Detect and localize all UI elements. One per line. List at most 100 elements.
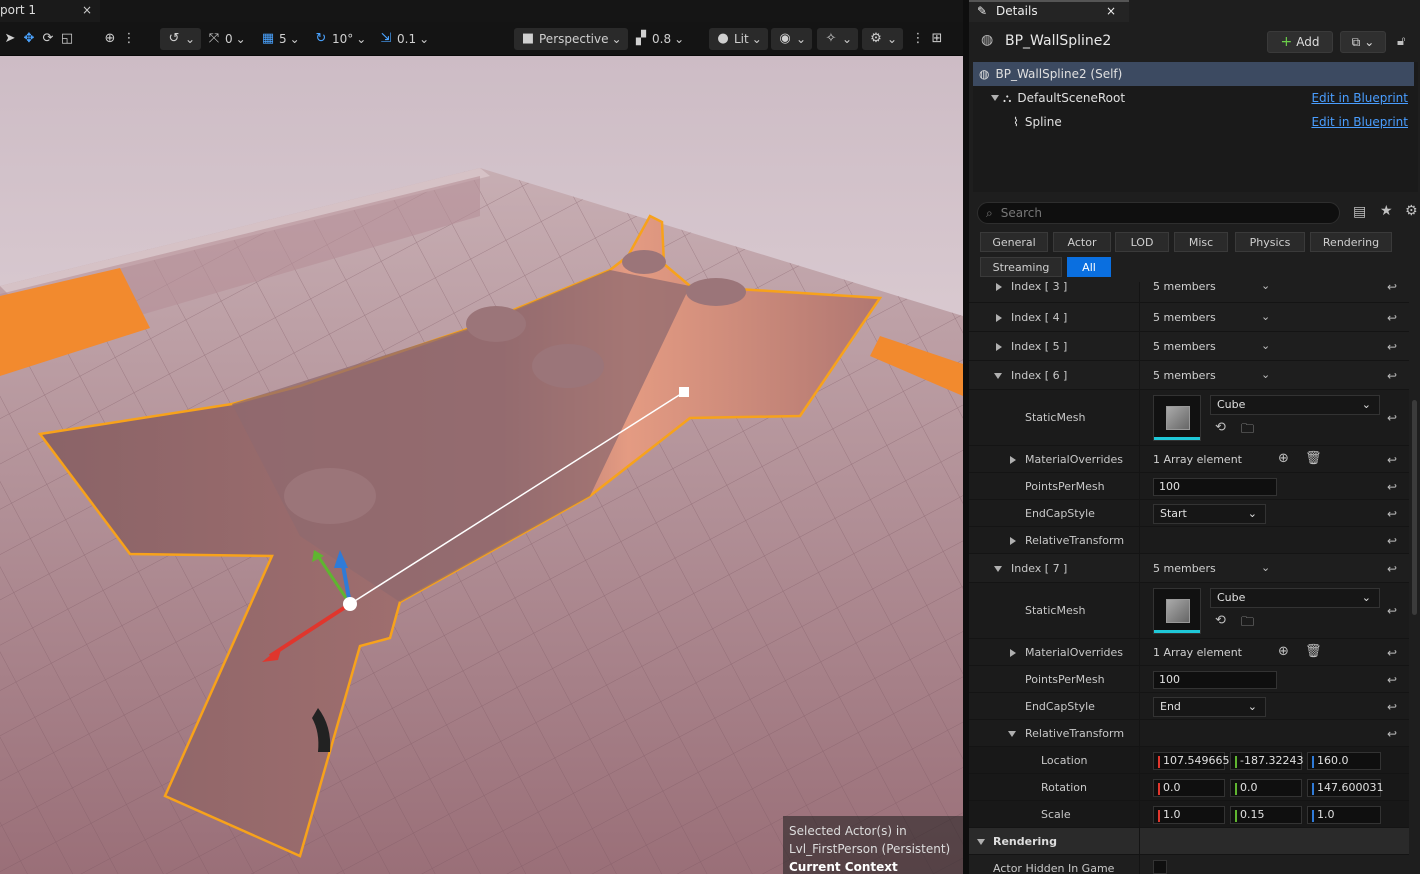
reset-icon[interactable]: ↩ <box>1387 562 1397 576</box>
reset-icon[interactable]: ↩ <box>1387 673 1397 687</box>
lighting-mode-button[interactable]: ● Lit ⌄ <box>709 28 768 50</box>
rotation-x-input[interactable]: 0.0 <box>1153 779 1225 797</box>
layout-icon[interactable]: ⊞ <box>929 31 945 47</box>
translate-tool-icon[interactable]: ✥ <box>21 31 37 47</box>
chevron-down-icon[interactable]: ⌄ <box>1261 339 1270 352</box>
section-rendering[interactable]: Rendering <box>969 828 1409 855</box>
end-cap-style-select[interactable]: Start ⌄ <box>1153 504 1266 524</box>
actor-hidden-checkbox[interactable] <box>1153 860 1167 874</box>
scale-y-input[interactable]: 0.15 <box>1230 806 1302 824</box>
delete-icon[interactable]: 🗑︎ <box>1305 451 1322 466</box>
viewport-tab[interactable]: port 1 × <box>0 0 100 22</box>
tree-row-spline[interactable]: ⌇ Spline Edit in Blueprint <box>973 110 1414 134</box>
select-tool-icon[interactable]: ➤ <box>2 31 18 47</box>
expand-arrow-icon[interactable] <box>996 283 1002 291</box>
surface-snap-button[interactable]: ↺ ⌄ <box>160 28 202 50</box>
collapse-arrow-icon[interactable] <box>977 839 985 845</box>
points-per-mesh-input[interactable]: 100 <box>1153 478 1277 496</box>
property-row-staticmesh[interactable]: StaticMesh Cube ⌄ ⟲ 🗀︎ ↩ <box>969 583 1409 639</box>
end-cap-style-select[interactable]: End ⌄ <box>1153 697 1266 717</box>
property-row-relativetransform[interactable]: RelativeTransform ↩ <box>969 527 1409 554</box>
property-row-relativetransform[interactable]: RelativeTransform ↩ <box>969 720 1409 747</box>
property-row-endcapstyle[interactable]: EndCapStyle Start ⌄ ↩ <box>969 500 1409 527</box>
reset-icon[interactable]: ↩ <box>1387 604 1397 618</box>
reset-icon[interactable]: ↩ <box>1387 480 1397 494</box>
tree-row-self[interactable]: ◍ BP_WallSpline2 (Self) <box>973 62 1414 86</box>
chevron-down-icon[interactable]: ⌄ <box>1261 368 1270 381</box>
filter-actor[interactable]: Actor <box>1053 232 1111 252</box>
more-options-icon[interactable]: ⋮ <box>121 31 137 47</box>
add-element-icon[interactable]: ⊕ <box>1278 644 1289 659</box>
browse-asset-icon[interactable]: 🗀︎ <box>1241 420 1254 442</box>
points-per-mesh-input[interactable]: 100 <box>1153 671 1277 689</box>
blueprint-options-button[interactable]: ⧉ ⌄ <box>1340 31 1386 53</box>
view-mode-button[interactable]: ■ Perspective ⌄ <box>514 28 628 50</box>
property-row-pointspermesh[interactable]: PointsPerMesh 100 ↩ <box>969 473 1409 500</box>
details-tab[interactable]: ✎ Details × <box>969 0 1129 22</box>
reset-icon[interactable]: ↩ <box>1387 534 1397 548</box>
scale-snap-toggle[interactable]: ⇲ 0.1 ⌄ <box>378 28 430 50</box>
mesh-thumbnail[interactable] <box>1153 395 1201 441</box>
use-selected-icon[interactable]: ⟲ <box>1215 613 1226 628</box>
reset-icon[interactable]: ↩ <box>1387 340 1397 354</box>
edit-in-blueprint-link[interactable]: Edit in Blueprint <box>1311 91 1408 105</box>
collapse-arrow-icon[interactable] <box>994 566 1002 572</box>
mesh-thumbnail[interactable] <box>1153 588 1201 634</box>
delete-icon[interactable]: 🗑︎ <box>1305 644 1322 659</box>
details-tab-close-icon[interactable]: × <box>1106 4 1116 18</box>
expand-arrow-icon[interactable] <box>1010 649 1016 657</box>
reset-icon[interactable]: ↩ <box>1387 282 1397 294</box>
property-row-index5[interactable]: Index [ 5 ] 5 members ⌄ ↩ <box>969 332 1409 361</box>
lock-icon[interactable]: 🔓︎ <box>1397 34 1405 49</box>
property-row-index6[interactable]: Index [ 6 ] 5 members ⌄ ↩ <box>969 361 1409 390</box>
expand-arrow-icon[interactable] <box>996 314 1002 322</box>
rotation-snap-toggle[interactable]: ↻ 10° ⌄ <box>313 28 367 50</box>
filter-misc[interactable]: Misc <box>1174 232 1228 252</box>
collapse-arrow-icon[interactable] <box>1008 731 1016 737</box>
property-row-staticmesh[interactable]: StaticMesh Cube ⌄ ⟲ 🗀︎ ↩ <box>969 390 1409 446</box>
mesh-picker[interactable]: Cube ⌄ <box>1210 395 1380 415</box>
table-view-icon[interactable]: ▤ <box>1353 204 1366 220</box>
edit-in-blueprint-link[interactable]: Edit in Blueprint <box>1311 115 1408 129</box>
reset-icon[interactable]: ↩ <box>1387 727 1397 741</box>
property-row-pointspermesh[interactable]: PointsPerMesh 100 ↩ <box>969 666 1409 693</box>
actor-name[interactable]: BP_WallSpline2 <box>1005 33 1111 49</box>
chevron-down-icon[interactable]: ⌄ <box>1261 282 1270 292</box>
filter-general[interactable]: General <box>980 232 1048 252</box>
world-local-toggle[interactable]: ⊕ ⋮ <box>102 28 137 50</box>
rotation-y-input[interactable]: 0.0 <box>1230 779 1302 797</box>
reset-icon[interactable]: ↩ <box>1387 700 1397 714</box>
scale-z-input[interactable]: 1.0 <box>1307 806 1381 824</box>
viewport-settings-button[interactable]: ⚙ ⌄ <box>862 28 904 50</box>
spline-point-handle[interactable] <box>679 387 689 397</box>
reset-icon[interactable]: ↩ <box>1387 369 1397 383</box>
browse-asset-icon[interactable]: 🗀︎ <box>1241 613 1254 635</box>
column-divider[interactable] <box>1139 282 1140 874</box>
current-context-label[interactable]: Current Context <box>789 858 957 874</box>
grid-snap-toggle[interactable]: ▦ 5 ⌄ <box>260 28 300 50</box>
add-element-icon[interactable]: ⊕ <box>1278 451 1289 466</box>
property-row-materialoverrides[interactable]: MaterialOverrides 1 Array element ⊕ 🗑︎ ↩ <box>969 639 1409 666</box>
details-scrollbar[interactable] <box>1412 400 1417 615</box>
property-row-scale[interactable]: Scale 1.0 0.15 1.0 <box>969 801 1409 828</box>
chevron-down-icon[interactable]: ⌄ <box>1261 561 1270 574</box>
filter-rendering[interactable]: Rendering <box>1310 232 1392 252</box>
star-icon[interactable]: ★ <box>1380 203 1393 219</box>
level-viewport[interactable]: Selected Actor(s) in Lvl_FirstPerson (Pe… <box>0 56 963 874</box>
reset-icon[interactable]: ↩ <box>1387 646 1397 660</box>
filter-lod[interactable]: LOD <box>1115 232 1169 252</box>
details-search-input[interactable]: ⌕ Search <box>977 202 1340 224</box>
mesh-picker[interactable]: Cube ⌄ <box>1210 588 1380 608</box>
expand-arrow-icon[interactable] <box>1010 537 1016 545</box>
expand-arrow-icon[interactable] <box>991 95 999 101</box>
property-row-index3[interactable]: Index [ 3 ] 5 members ⌄ ↩ <box>969 282 1409 303</box>
property-row-rotation[interactable]: Rotation 0.0 0.0 147.600031 <box>969 774 1409 801</box>
surface-snap-toggle[interactable]: ⤧ 0 ⌄ <box>206 28 246 50</box>
tree-row-defaultsceneroot[interactable]: ⛬ DefaultSceneRoot Edit in Blueprint <box>973 86 1414 110</box>
collapse-arrow-icon[interactable] <box>994 373 1002 379</box>
reset-icon[interactable]: ↩ <box>1387 453 1397 467</box>
scale-x-input[interactable]: 1.0 <box>1153 806 1225 824</box>
chevron-down-icon[interactable]: ⌄ <box>1261 310 1270 323</box>
scale-tool-icon[interactable]: ◱ <box>59 31 75 47</box>
filter-streaming[interactable]: Streaming <box>980 257 1062 277</box>
